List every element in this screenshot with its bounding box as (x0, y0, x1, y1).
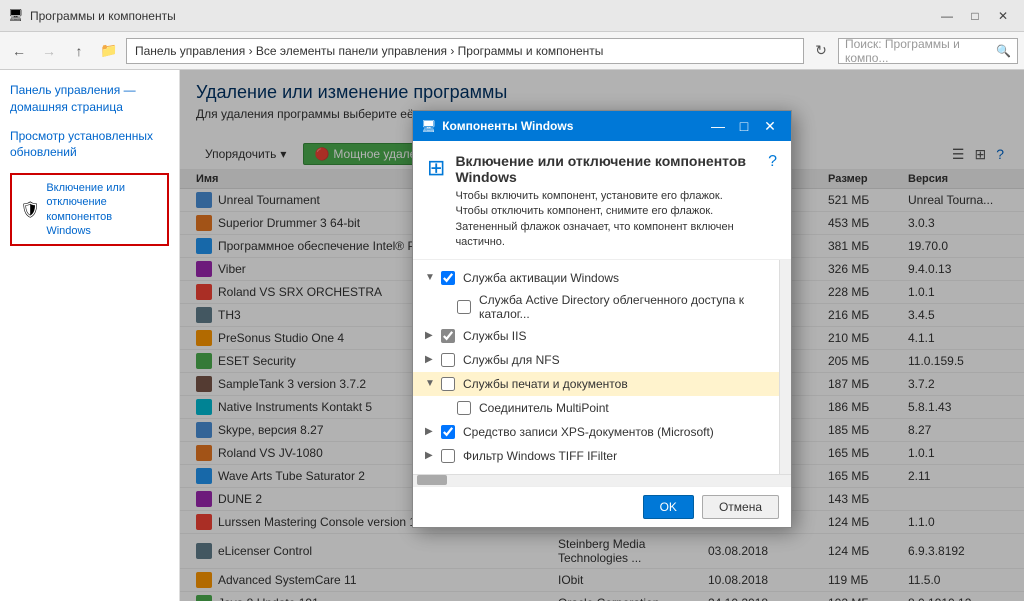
modal-item[interactable]: ▶ Фильтр Windows TIFF IFilter (413, 444, 791, 468)
modal-title-bar: 🖥 Компоненты Windows — □ ✕ (413, 111, 791, 141)
search-icon: 🔍 (996, 44, 1011, 58)
modal-close-button[interactable]: ✕ (757, 113, 783, 139)
search-box[interactable]: Поиск: Программы и компо... 🔍 (838, 38, 1018, 64)
modal-item[interactable]: ▶ Службы для NFS (413, 348, 791, 372)
modal-hscroll[interactable] (413, 474, 791, 486)
modal-item[interactable]: ▼ Служба активации Windows (413, 266, 791, 290)
component-label: Службы для NFS (463, 353, 779, 367)
modal-header: ⊞ Включение или отключение компонентов W… (413, 141, 791, 260)
ok-button[interactable]: OK (643, 495, 694, 519)
modal-body: ▼ Служба активации Windows Служба Active… (413, 260, 791, 474)
component-checkbox[interactable] (441, 377, 455, 391)
search-text: Поиск: Программы и компо... (845, 37, 996, 65)
cancel-button[interactable]: Отмена (702, 495, 779, 519)
recent-button[interactable]: 📁 (96, 38, 122, 64)
expand-icon[interactable]: ▶ (425, 426, 441, 437)
refresh-button[interactable]: ↻ (808, 38, 834, 64)
sidebar-section-updates: Просмотр установленных обновлений (10, 128, 169, 162)
component-checkbox[interactable] (441, 329, 455, 343)
component-label: Службы IIS (463, 329, 779, 343)
component-checkbox[interactable] (441, 425, 455, 439)
sidebar-item-components-label: Включение или отключение компонентов Win… (46, 181, 159, 238)
component-label: Соединитель MultiPoint (479, 401, 779, 415)
modal-footer: OK Отмена (413, 486, 791, 527)
title-bar: 🖥 Программы и компоненты — □ ✕ (0, 0, 1024, 32)
back-button[interactable]: ← (6, 38, 32, 64)
sidebar-item-home[interactable]: Панель управления — домашняя страница (10, 82, 169, 116)
windows-components-modal: 🖥 Компоненты Windows — □ ✕ ⊞ Включение и… (412, 110, 792, 528)
close-button[interactable]: ✕ (990, 6, 1016, 26)
windows-icon: ⊞ (427, 155, 445, 181)
shield-icon: 🛡 (20, 200, 40, 220)
modal-item[interactable]: ▶ Службы IIS (413, 324, 791, 348)
modal-header-text: Включение или отключение компонентов Win… (455, 153, 758, 251)
modal-help-icon[interactable]: ? (768, 153, 777, 171)
expand-icon[interactable]: ▼ (425, 378, 441, 389)
modal-item[interactable]: ▶ Средство записи XPS-документов (Micros… (413, 420, 791, 444)
component-label: Фильтр Windows TIFF IFilter (463, 449, 779, 463)
modal-item[interactable]: Служба Active Directory облегченного дос… (413, 290, 791, 324)
modal-header-description: Чтобы включить компонент, установите его… (455, 189, 758, 251)
component-checkbox[interactable] (457, 300, 471, 314)
modal-minimize-button[interactable]: — (705, 113, 731, 139)
main-layout: Панель управления — домашняя страница Пр… (0, 70, 1024, 601)
component-label: Средство записи XPS-документов (Microsof… (463, 425, 779, 439)
sidebar: Панель управления — домашняя страница Пр… (0, 70, 180, 601)
modal-title-icon: 🖥 (421, 119, 436, 133)
modal-item[interactable]: Соединитель MultiPoint (413, 396, 791, 420)
address-bar: ← → ↑ 📁 Панель управления › Все элементы… (0, 32, 1024, 70)
content-area: Удаление или изменение программы Для уда… (180, 70, 1024, 601)
modal-header-title: Включение или отключение компонентов Win… (455, 153, 758, 185)
minimize-button[interactable]: — (934, 6, 960, 26)
sidebar-item-updates[interactable]: Просмотр установленных обновлений (10, 128, 169, 162)
breadcrumb[interactable]: Панель управления › Все элементы панели … (126, 38, 804, 64)
window-title: Программы и компоненты (30, 9, 934, 23)
modal-item[interactable]: ▼ Службы печати и документов (413, 372, 791, 396)
modal-overlay: 🖥 Компоненты Windows — □ ✕ ⊞ Включение и… (180, 70, 1024, 601)
component-checkbox[interactable] (457, 401, 471, 415)
sidebar-item-components[interactable]: 🛡 Включение или отключение компонентов W… (10, 173, 169, 246)
component-checkbox[interactable] (441, 353, 455, 367)
maximize-button[interactable]: □ (962, 6, 988, 26)
component-label: Службы печати и документов (463, 377, 779, 391)
modal-title: Компоненты Windows (442, 119, 705, 133)
component-label: Служба Active Directory облегченного дос… (479, 293, 779, 321)
component-checkbox[interactable] (441, 271, 455, 285)
title-bar-controls: — □ ✕ (934, 6, 1016, 26)
forward-button[interactable]: → (36, 38, 62, 64)
modal-maximize-button[interactable]: □ (731, 113, 757, 139)
expand-icon[interactable]: ▼ (425, 272, 441, 283)
app-icon: 🖥 (8, 8, 24, 24)
expand-icon[interactable]: ▶ (425, 450, 441, 461)
component-checkbox[interactable] (441, 449, 455, 463)
expand-icon[interactable]: ▶ (425, 330, 441, 341)
component-label: Служба активации Windows (463, 271, 779, 285)
expand-icon[interactable]: ▶ (425, 354, 441, 365)
up-button[interactable]: ↑ (66, 38, 92, 64)
sidebar-section-home: Панель управления — домашняя страница (10, 82, 169, 116)
modal-scrollbar[interactable] (779, 260, 791, 474)
